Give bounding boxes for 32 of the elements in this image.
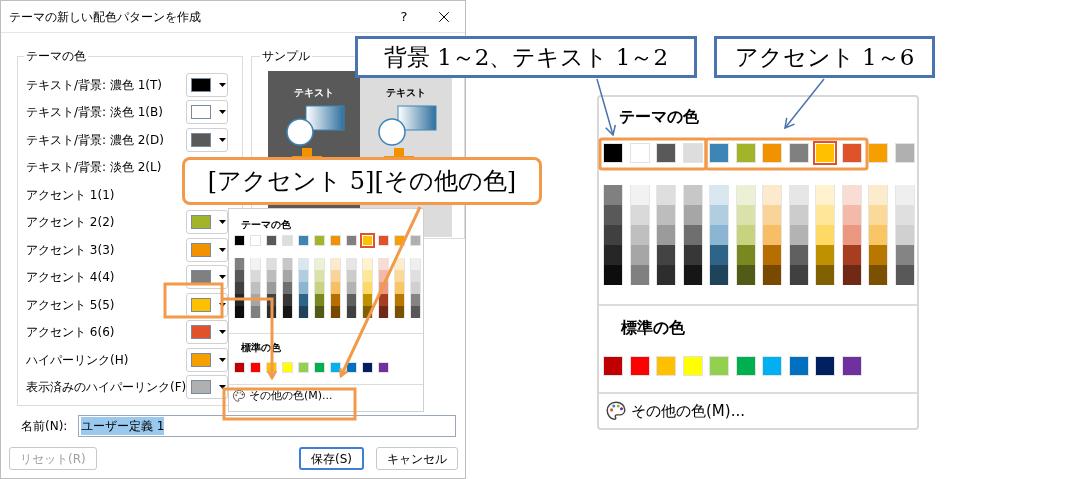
color-label: テキスト/背景: 濃色 2(D) (26, 131, 164, 149)
section-title: 標準の色 (620, 317, 686, 339)
more-colors-item[interactable]: その他の色(M)... (599, 394, 917, 424)
callout-label: アクセント 1～6 (714, 36, 935, 78)
section-title: テーマの色 (240, 218, 292, 232)
color-label: アクセント 1(1) (26, 186, 115, 204)
window-title: テーマの新しい配色パターンを作成 (9, 8, 201, 26)
dialog-button[interactable]: 保存(S) (299, 447, 364, 470)
color-label: テキスト/背景: 淡色 2(L) (26, 159, 162, 177)
color-label: テキスト/背景: 淡色 1(B) (26, 104, 163, 122)
sample-text: テキスト (294, 86, 335, 100)
color-label: アクセント 5(5) (26, 296, 115, 314)
menu-item-label: その他の色(M)... (249, 387, 333, 404)
color-label: アクセント 4(4) (26, 269, 115, 287)
help-button[interactable]: ? (389, 6, 419, 27)
sample-text: テキスト (386, 86, 427, 100)
color-label: ハイパーリンク(H) (26, 351, 129, 369)
field-label: 名前(N): (21, 418, 69, 435)
menu-item-label: その他の色(M)... (631, 400, 745, 422)
callout-label: [アクセント 5][その他の色] (182, 157, 542, 205)
group-title: サンプル (261, 48, 312, 65)
color-label: アクセント 6(6) (26, 324, 115, 342)
color-label: テキスト/背景: 濃色 1(T) (26, 76, 163, 94)
section-title: テーマの色 (619, 106, 699, 128)
group-title: テーマの色 (25, 48, 87, 65)
dialog-button[interactable]: キャンセル (376, 447, 458, 470)
color-label: アクセント 3(3) (26, 241, 115, 259)
color-label: 表示済みのハイパーリンク(F) (26, 379, 187, 397)
more-colors-item[interactable]: その他の色(M)... (229, 385, 423, 405)
color-label: アクセント 2(2) (26, 214, 115, 232)
name-field[interactable]: ユーザー定義 1 (78, 415, 456, 437)
callout-label: 背景 1～2、テキスト 1～2 (355, 36, 697, 78)
